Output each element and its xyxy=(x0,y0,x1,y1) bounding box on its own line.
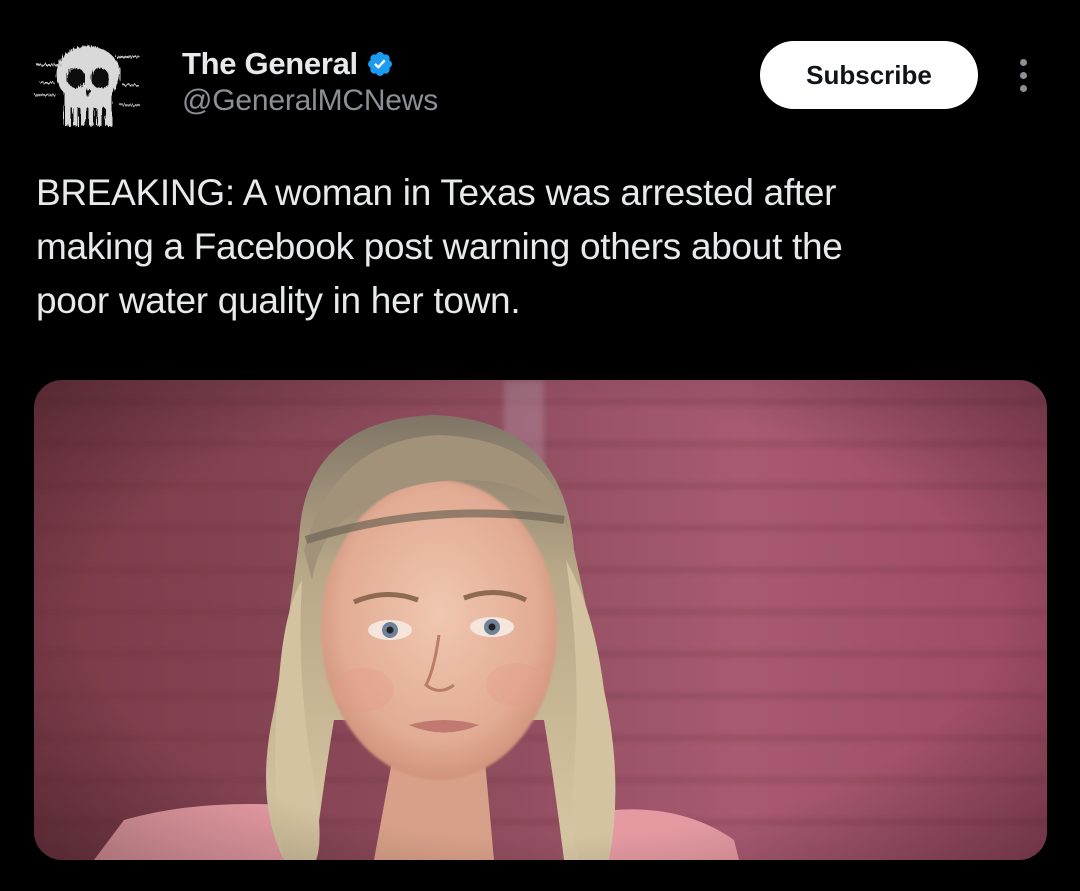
author-handle[interactable]: @GeneralMCNews xyxy=(182,84,438,118)
post-text-line: BREAKING: A woman in Texas was arrested … xyxy=(36,172,837,213)
post-card: The General @GeneralMCNews Subscribe BRE… xyxy=(0,0,1080,891)
post-media-photo[interactable] xyxy=(34,380,1047,860)
subscribe-button[interactable]: Subscribe xyxy=(760,41,978,109)
verified-badge-icon[interactable] xyxy=(366,50,394,78)
skull-logo-icon xyxy=(30,34,148,140)
author-display-name[interactable]: The General xyxy=(182,46,358,82)
post-text: BREAKING: A woman in Texas was arrested … xyxy=(36,166,1046,328)
more-vertical-icon[interactable] xyxy=(1006,52,1040,98)
woman-portrait-image xyxy=(34,380,1047,860)
avatar[interactable] xyxy=(30,34,148,140)
author-name-row[interactable]: The General xyxy=(182,44,394,84)
post-text-line: making a Facebook post warning others ab… xyxy=(36,226,843,267)
post-text-line: poor water quality in her town. xyxy=(36,280,521,321)
